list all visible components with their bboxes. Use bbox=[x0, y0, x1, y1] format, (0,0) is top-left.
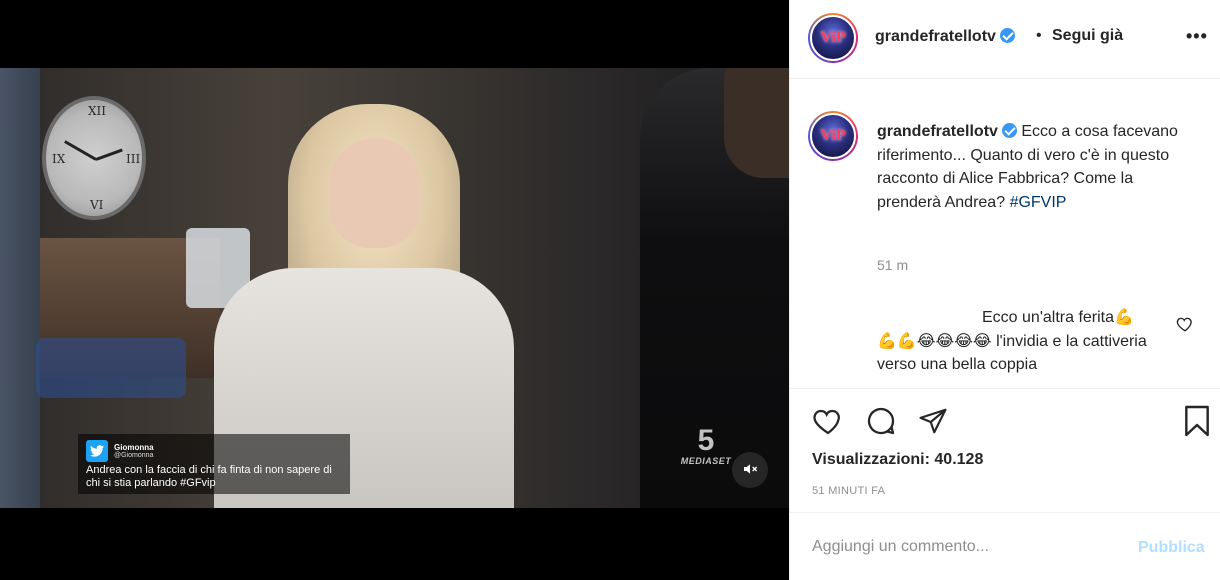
username-text[interactable]: grandefratellotv bbox=[875, 28, 996, 45]
mute-button[interactable] bbox=[732, 452, 768, 488]
video-scene-clock: XII III VI IX bbox=[42, 96, 146, 220]
video-scene-woman-face bbox=[330, 138, 420, 248]
comment-line-1: Ecco un'altra ferita💪 bbox=[982, 309, 1134, 326]
header-separator: • bbox=[1036, 27, 1042, 44]
tweet-author-name: Giomonna bbox=[114, 442, 154, 452]
verified-badge-icon bbox=[1001, 123, 1017, 138]
post-media[interactable]: XII III VI IX Giomonna @Giomonna Andrea bbox=[0, 0, 789, 580]
caption-avatar[interactable]: ViP bbox=[808, 111, 858, 161]
save-bookmark-icon[interactable] bbox=[1179, 403, 1215, 439]
share-paper-plane-icon[interactable] bbox=[915, 403, 951, 439]
caption-timestamp[interactable]: 51 m bbox=[877, 257, 908, 273]
channel-logo: 5 MEDIASET bbox=[676, 424, 736, 467]
add-comment-bar: Pubblica bbox=[790, 512, 1220, 580]
comment-like-heart-icon[interactable] bbox=[1176, 315, 1194, 333]
like-heart-icon[interactable] bbox=[810, 403, 846, 439]
add-comment-input[interactable] bbox=[812, 535, 1132, 559]
tweet-overlay: Giomonna @Giomonna Andrea con la faccia … bbox=[78, 434, 350, 494]
post-actions: Visualizzazioni: 40.128 51 MINUTI FA bbox=[790, 388, 1220, 512]
post-author-username[interactable]: grandefratellotv bbox=[875, 28, 1015, 46]
speaker-muted-icon bbox=[742, 461, 758, 480]
publish-button[interactable]: Pubblica bbox=[1138, 539, 1205, 557]
caption-hashtag-link[interactable]: #GFVIP bbox=[1010, 194, 1067, 211]
comment-item: Ecco un'altra ferita💪 💪💪😂😂😂😂 l'invidia e… bbox=[877, 306, 1167, 377]
avatar[interactable]: ViP bbox=[808, 13, 858, 63]
post-caption: grandefratellotv Ecco a cosa facevano ri… bbox=[877, 120, 1193, 214]
channel-logo-name: MEDIASET bbox=[680, 456, 732, 466]
post-header: ViP grandefratellotv • Segui già ••• bbox=[790, 0, 1220, 79]
tweet-text: Andrea con la faccia di chi fa finta di … bbox=[86, 464, 332, 489]
video-scene-wall bbox=[0, 68, 40, 508]
comment-line-2: 💪💪😂😂😂😂 l'invidia e la cattiveria verso u… bbox=[877, 332, 1147, 374]
post-time-ago[interactable]: 51 MINUTI FA bbox=[812, 485, 885, 497]
comment-bubble-icon[interactable] bbox=[863, 403, 899, 439]
caption-avatar-logo-text: ViP bbox=[820, 127, 846, 144]
twitter-icon bbox=[86, 440, 108, 462]
video-player[interactable]: XII III VI IX Giomonna @Giomonna Andrea bbox=[0, 68, 789, 508]
view-count[interactable]: Visualizzazioni: 40.128 bbox=[812, 451, 983, 469]
comments-area: ViP grandefratellotv Ecco a cosa facevan… bbox=[790, 80, 1220, 388]
verified-badge-icon bbox=[999, 28, 1015, 43]
tweet-author-handle: @Giomonna bbox=[114, 451, 154, 459]
post-sidebar: ViP grandefratellotv • Segui già ••• ViP… bbox=[789, 0, 1220, 580]
more-options-button[interactable]: ••• bbox=[1186, 26, 1208, 47]
avatar-logo-text: ViP bbox=[820, 29, 846, 46]
following-button[interactable]: Segui già bbox=[1052, 27, 1123, 45]
channel-logo-number: 5 bbox=[697, 424, 715, 457]
video-scene-man-head bbox=[724, 68, 789, 178]
video-scene-stool bbox=[36, 338, 186, 398]
caption-username[interactable]: grandefratellotv bbox=[877, 123, 998, 140]
